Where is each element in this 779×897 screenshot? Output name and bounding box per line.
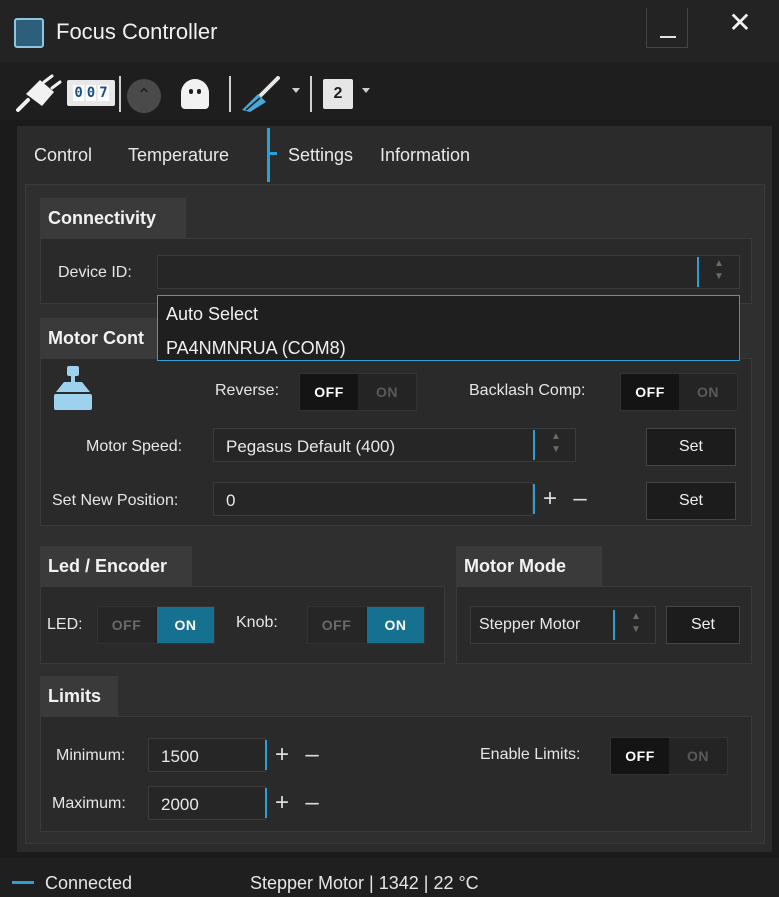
position-plus-button[interactable]: + <box>535 485 565 513</box>
connection-indicator-icon <box>12 881 34 884</box>
position-stepper: + – <box>533 483 595 515</box>
toolbar-separator <box>119 76 121 112</box>
home-up-icon[interactable]: ⌃ <box>127 79 161 113</box>
motor-speed-set-button[interactable]: Set <box>646 428 736 466</box>
tab-control[interactable]: Control <box>34 145 92 166</box>
speed-spin-arrows-icon[interactable]: ▲ ▼ <box>546 430 566 460</box>
limits-title: Limits <box>40 676 118 716</box>
set-position-label: Set New Position: <box>52 492 179 509</box>
minimize-button[interactable] <box>646 8 688 48</box>
toolbar-separator <box>229 76 231 112</box>
motor-mode-spin-arrows-icon[interactable]: ▲ ▼ <box>626 610 646 640</box>
motor-speed-label: Motor Speed: <box>86 438 183 455</box>
profile-badge[interactable]: 2 <box>323 79 353 109</box>
device-id-label: Device ID: <box>58 264 132 281</box>
minimum-input[interactable]: 1500 <box>148 738 266 772</box>
plug-icon[interactable] <box>14 74 62 114</box>
minimum-label: Minimum: <box>56 747 126 764</box>
tab-information[interactable]: Information <box>380 145 470 166</box>
enable-limits-label: Enable Limits: <box>480 746 581 763</box>
motor-icon <box>54 366 92 410</box>
app-logo-icon <box>14 18 44 48</box>
connectivity-title: Connectivity <box>40 198 186 238</box>
active-tab-indicator <box>267 128 277 182</box>
connection-status: Connected <box>45 873 133 893</box>
maximum-stepper: + – <box>265 787 327 819</box>
led-toggle[interactable]: OFF ON <box>97 606 215 644</box>
tab-temperature[interactable]: Temperature <box>128 145 229 166</box>
ghost-icon[interactable] <box>181 79 209 109</box>
toolbar-separator <box>310 76 312 112</box>
minimum-stepper: + – <box>265 739 327 771</box>
minimum-plus-button[interactable]: + <box>267 741 297 769</box>
device-id-dropdown: Auto Select PA4NMNRUA (COM8) <box>157 295 740 361</box>
backlash-comp-label: Backlash Comp: <box>469 382 586 399</box>
position-set-button[interactable]: Set <box>646 482 736 520</box>
reverse-toggle[interactable]: OFF ON <box>299 373 417 411</box>
maximum-input[interactable]: 2000 <box>148 786 266 820</box>
speed-spin-separator <box>533 430 535 460</box>
dropdown-option-device[interactable]: PA4NMNRUA (COM8) <box>166 338 346 359</box>
maximum-label: Maximum: <box>52 795 126 812</box>
set-position-input[interactable]: 0 <box>213 482 533 516</box>
position-minus-button[interactable]: – <box>565 485 595 513</box>
minimum-minus-button[interactable]: – <box>297 741 327 769</box>
led-encoder-title: Led / Encoder <box>40 546 192 586</box>
maximum-minus-button[interactable]: – <box>297 789 327 817</box>
device-spin-separator <box>697 257 699 287</box>
device-spin-arrows-icon[interactable]: ▲ ▼ <box>709 257 729 287</box>
motor-mode-spin-separator <box>613 610 615 640</box>
dropdown-option-auto-select[interactable]: Auto Select <box>166 304 258 325</box>
device-id-select[interactable] <box>157 255 740 289</box>
broom-icon[interactable] <box>238 76 284 114</box>
reverse-label: Reverse: <box>215 382 280 399</box>
profile-dropdown-icon[interactable] <box>362 88 370 93</box>
knob-label: Knob: <box>236 614 278 631</box>
tab-settings[interactable]: Settings <box>288 145 353 166</box>
enable-limits-toggle[interactable]: OFF ON <box>610 737 728 775</box>
maximum-plus-button[interactable]: + <box>267 789 297 817</box>
led-label: LED: <box>47 616 83 633</box>
motor-mode-title: Motor Mode <box>456 546 602 586</box>
knob-toggle[interactable]: OFF ON <box>307 606 425 644</box>
broom-dropdown-icon[interactable] <box>292 88 300 93</box>
status-details: Stepper Motor | 1342 | 22 °C <box>250 873 479 893</box>
counter-icon[interactable]: 0 0 7 <box>67 80 115 106</box>
toolbar <box>0 62 779 120</box>
close-button[interactable]: ✕ <box>720 6 760 46</box>
motor-mode-set-button[interactable]: Set <box>666 606 740 644</box>
motor-speed-select[interactable]: Pegasus Default (400) <box>213 428 576 462</box>
window-title: Focus Controller <box>56 19 218 44</box>
backlash-comp-toggle[interactable]: OFF ON <box>620 373 738 411</box>
